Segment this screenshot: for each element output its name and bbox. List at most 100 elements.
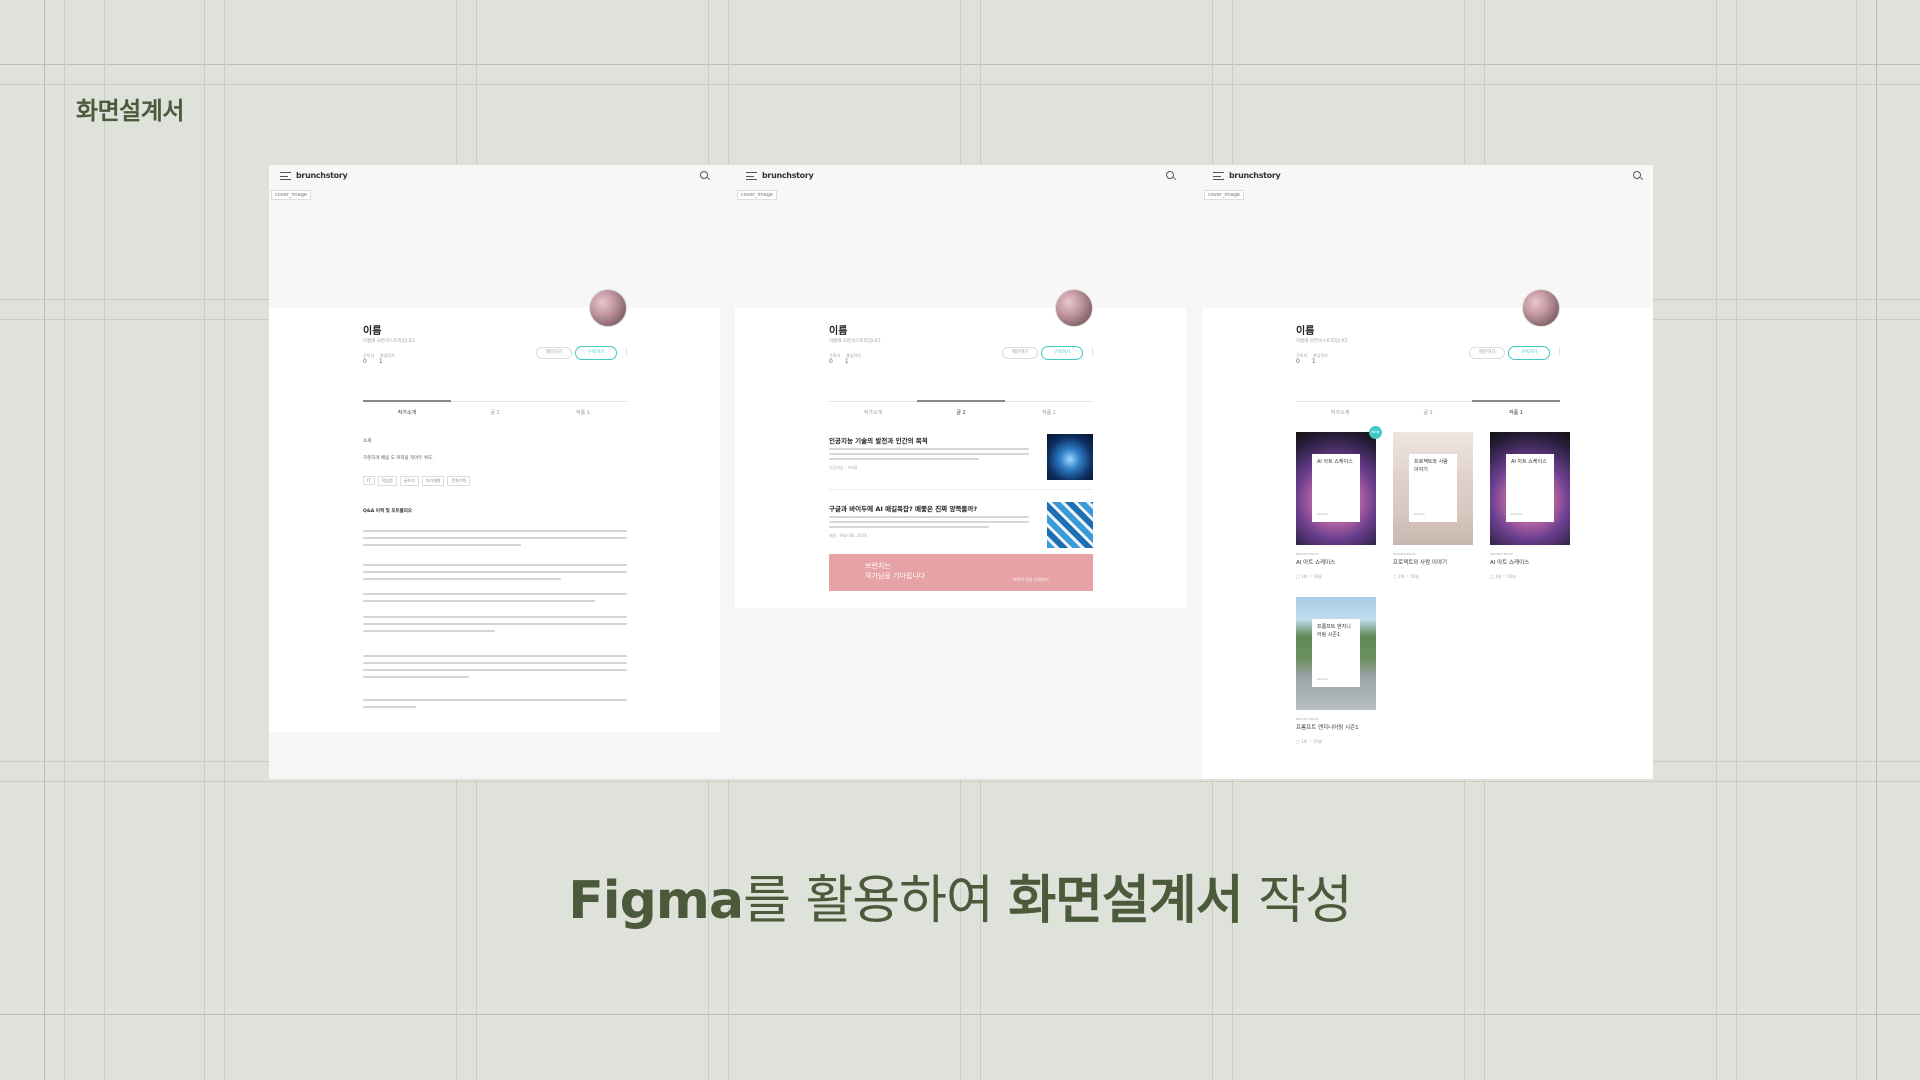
work-cover-image[interactable]: AI 아트 쇼케이스 brunch [1296,432,1376,545]
work-cover-title: 프로젝트와 사람 이야기 brunch [1409,454,1457,522]
slide-title: 화면설계서 [76,97,184,125]
tab-posts[interactable]: 글 2 [1384,409,1472,416]
brunch-logo[interactable]: brunchstory [296,171,348,180]
stat-value: 0 [1296,358,1300,365]
career-paragraph [363,593,627,607]
work-label: BRUNCH BOOK [1393,552,1416,556]
article-item[interactable]: 구글과 바이두에 AI 매길복잡? 매쫓은 진짜 양쪽들까? 매일 · Mar … [829,502,1093,548]
stat-value: 0 [829,358,833,365]
caption-text: 를 활용하여 [743,871,1009,931]
suggest-button[interactable]: 제안하기 [1469,347,1505,359]
work-card[interactable]: AI 아트 쇼케이스 brunch BRUNCH BOOK AI 아트 쇼케이스 … [1490,432,1570,580]
follow-button[interactable]: 구독하기 [1041,346,1083,360]
work-meta: □ 1화 ♡ 50분 [1490,574,1517,579]
work-cover-sub: brunch [1414,512,1425,516]
work-cover-image[interactable]: 프롬프트 엔지니어링 시즌1 brunch [1296,597,1376,710]
work-meta: □ 1화 ♡ 50분 [1296,574,1323,579]
work-card[interactable]: AI 아트 쇼케이스 brunch NEW BRUNCH BOOK AI 아트 쇼… [1296,426,1382,580]
work-title[interactable]: AI 아트 쇼케이스 [1490,558,1570,566]
brunch-logo[interactable]: brunchstory [1229,171,1281,180]
follow-button[interactable]: 구독하기 [575,346,617,360]
career-heading: Q&A 이력 및 포트폴리오 [363,509,413,514]
top-bar: brunchstory [735,165,1186,187]
work-title[interactable]: AI 아트 쇼케이스 [1296,558,1376,566]
profile-tabs: 작가소개 글 2 작품 1 [1296,400,1560,419]
profile-tabs: 작가소개 글 2 작품 1 [363,400,627,419]
tab-works[interactable]: 작품 1 [539,409,627,416]
keyword-list: IT 학습법 글쓰기 자기계발 문화기획 [363,467,473,486]
cover-image-tag: cover_image [271,190,311,200]
banner-line: 브런치는 [865,562,891,570]
article-title[interactable]: 구글과 바이두에 AI 매길복잡? 매쫓은 진짜 양쪽들까? [829,503,1039,513]
search-icon[interactable] [700,171,708,179]
stat-value: 1 [1311,358,1316,365]
writer-apply-banner[interactable]: 브런치는 작가님을 기다립니다 브런치 작가 신청하기 [829,554,1093,591]
work-cover-text: AI 아트 쇼케이스 [1511,459,1547,465]
work-cover-title: AI 아트 쇼케이스 brunch [1506,454,1554,522]
profile-desc: 이름에 모든이스트리입니다. [1296,339,1349,344]
career-paragraph [363,655,627,683]
work-cover-text: 프로젝트와 사람 이야기 [1414,459,1448,473]
work-cover-image[interactable]: 프로젝트와 사람 이야기 brunch [1393,432,1473,545]
career-paragraph [363,564,627,585]
screen-author-intro: cover_image brunchstory 이름 이름에 모든이스트리입니다… [269,165,720,732]
hamburger-menu-icon[interactable] [746,172,757,180]
screen-works: cover_image brunchstory 이름 이름에 모든이스트리입니다… [1202,165,1653,779]
article-title[interactable]: 인공지능 기술의 발전과 인간의 목적 [829,435,1039,445]
profile-tabs: 작가소개 글 2 작품 1 [829,400,1093,419]
article-thumbnail[interactable] [1047,434,1093,480]
active-tab-indicator [917,400,1005,402]
work-title[interactable]: 프로젝트와 사람 이야기 [1393,558,1473,566]
work-label: BRUNCH BOOK [1296,552,1319,556]
keyword-chip[interactable]: 글쓰기 [399,476,419,486]
article-thumbnail[interactable] [1047,502,1093,548]
cover-image-tag: cover_image [737,190,777,200]
work-cover-image[interactable]: AI 아트 쇼케이스 brunch [1490,432,1570,545]
work-card[interactable]: 프로젝트와 사람 이야기 brunch BRUNCH BOOK 프로젝트와 사람 … [1393,432,1473,580]
keyword-chip[interactable]: IT [363,476,375,485]
tab-author-intro[interactable]: 작가소개 [1296,409,1384,416]
tab-posts[interactable]: 글 2 [917,409,1005,416]
work-title[interactable]: 프롬프트 엔지니어링 시즌1 [1296,723,1376,731]
tab-works[interactable]: 작품 1 [1005,409,1093,416]
career-paragraph [363,530,627,551]
more-menu-icon[interactable]: ⋮ [623,348,630,356]
banner-title: 브런치는 작가님을 기다립니다 [865,561,925,581]
slide-caption: Figma를 활용하여 화면설계서 작성 [0,858,1920,933]
top-bar: brunchstory [1202,165,1653,187]
article-item[interactable]: 인공지능 기술의 발전과 인간의 목적 인공지능 · 조회2 [829,434,1093,480]
tab-author-intro[interactable]: 작가소개 [363,409,451,416]
work-cover-sub: brunch [1317,512,1328,516]
stat-values: 01 [1296,358,1328,365]
profile-desc: 이름에 모든이스트리입니다. [363,339,416,344]
active-tab-indicator [363,400,451,402]
more-menu-icon[interactable]: ⋮ [1556,348,1563,356]
work-label: BRUNCH BOOK [1296,717,1319,721]
keyword-chip[interactable]: 학습법 [377,476,397,486]
work-cover-text: 프롬프트 엔지니어링 시즌1 [1317,624,1351,638]
work-card[interactable]: 프롬프트 엔지니어링 시즌1 brunch BRUNCH BOOK 프롬프트 엔지… [1296,597,1376,745]
hamburger-menu-icon[interactable] [280,172,291,180]
stat-value: 0 [363,358,367,365]
screen-posts: cover_image brunchstory 이름 이름에 모든이스트리입니다… [735,165,1186,608]
work-meta: □ 1화 ♡ 50분 [1296,739,1323,744]
keyword-chip[interactable]: 문화기획 [447,476,471,486]
search-icon[interactable] [1166,171,1174,179]
top-bar: brunchstory [269,165,720,187]
stat-value: 1 [844,358,849,365]
profile-name: 이름 [829,326,848,337]
brunch-logo[interactable]: brunchstory [762,171,814,180]
work-cover-title: 프롬프트 엔지니어링 시즌1 brunch [1312,619,1360,687]
keyword-chip[interactable]: 자기계발 [421,476,445,486]
suggest-button[interactable]: 제안하기 [1002,347,1038,359]
tab-posts[interactable]: 글 2 [451,409,539,416]
search-icon[interactable] [1633,171,1641,179]
hamburger-menu-icon[interactable] [1213,172,1224,180]
suggest-button[interactable]: 제안하기 [536,347,572,359]
intro-text: 꾸준하게 배움 도 커리을 작아두 위도. [363,456,434,461]
banner-link[interactable]: 브런치 작가 신청하기 [1013,577,1049,583]
follow-button[interactable]: 구독하기 [1508,346,1550,360]
tab-author-intro[interactable]: 작가소개 [829,409,917,416]
tab-works[interactable]: 작품 1 [1472,409,1560,416]
more-menu-icon[interactable]: ⋮ [1089,348,1096,356]
